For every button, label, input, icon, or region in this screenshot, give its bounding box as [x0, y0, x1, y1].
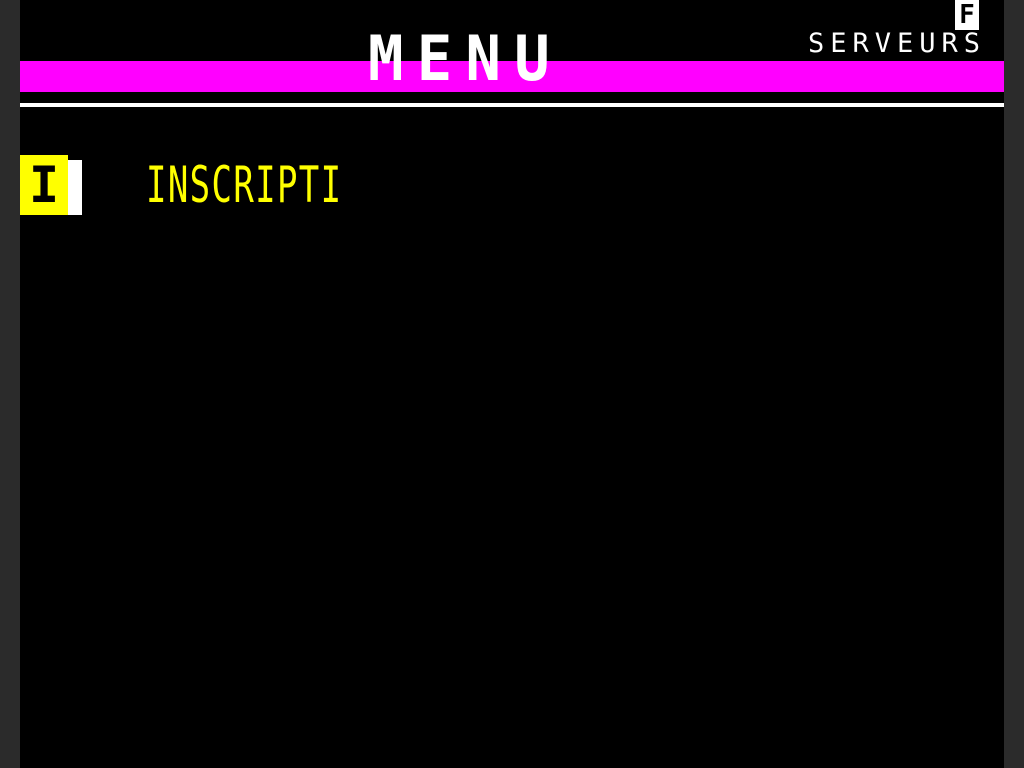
- minitel-screen: MENU F SERVEURS I INSCRIPTI: [20, 0, 1004, 768]
- menu-item-inscription[interactable]: I INSCRIPTI: [20, 155, 420, 215]
- menu-item-key[interactable]: I: [20, 155, 68, 215]
- text-cursor: [68, 160, 82, 215]
- service-tag: F: [955, 0, 979, 30]
- page-title: MENU: [368, 22, 564, 95]
- menu-item-label[interactable]: INSCRIPTI: [146, 155, 342, 215]
- divider: [20, 103, 1004, 107]
- service-name: SERVEURS: [808, 28, 987, 59]
